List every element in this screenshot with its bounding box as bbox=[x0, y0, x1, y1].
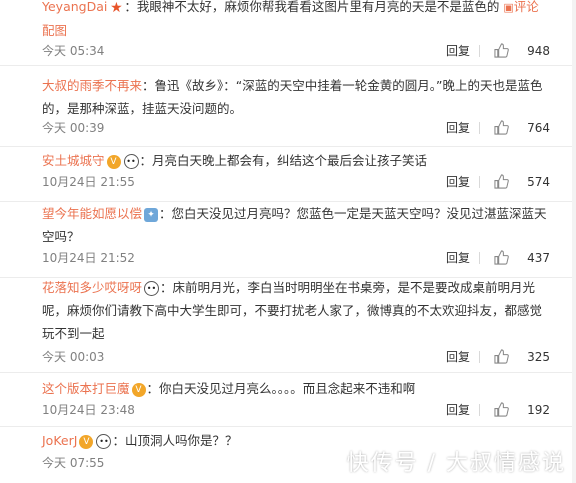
comment-meta: 今天 00:39 回复 764 bbox=[42, 118, 550, 138]
comment-time: 今天 00:03 bbox=[42, 350, 105, 364]
comment-list: YeyangDai ★ ：我眼神不太好，麻烦你帮我看看这图片里有月亮的天是不是蓝色的… bbox=[0, 0, 576, 483]
divider bbox=[479, 351, 480, 363]
divider bbox=[479, 45, 480, 57]
comment-username[interactable]: 安土城城守 bbox=[42, 153, 105, 168]
image-icon: ▣ bbox=[503, 1, 514, 14]
like-count: 437 bbox=[527, 251, 550, 265]
comment-meta: 今天 05:34 回复 948 bbox=[42, 41, 550, 61]
like-count: 764 bbox=[527, 121, 550, 135]
divider bbox=[479, 122, 480, 134]
comment-username[interactable]: 花落知多少哎呀呀 bbox=[42, 280, 142, 295]
comment-time: 今天 00:39 bbox=[42, 121, 105, 135]
comment-item: 这个版本打巨魔 V ：你白天没见过月亮么。。。。而且念起来不违和啊 10月24日 2… bbox=[0, 372, 576, 427]
like-button[interactable]: 437 bbox=[490, 248, 550, 268]
comment-body: 这个版本打巨魔 V ：你白天没见过月亮么。。。。而且念起来不违和啊 bbox=[42, 377, 550, 400]
reply-button[interactable]: 回复 bbox=[446, 347, 470, 367]
comment-item: YeyangDai ★ ：我眼神不太好，麻烦你帮我看看这图片里有月亮的天是不是蓝色的… bbox=[0, 0, 576, 66]
panda-icon: •• bbox=[96, 434, 112, 449]
like-count: 325 bbox=[527, 350, 550, 364]
divider bbox=[479, 404, 480, 416]
comment-time: 10月24日 21:52 bbox=[42, 251, 135, 265]
thumbs-up-icon bbox=[494, 349, 509, 364]
thumbs-up-icon bbox=[494, 174, 509, 189]
comment-body: YeyangDai ★ ：我眼神不太好，麻烦你帮我看看这图片里有月亮的天是不是蓝色的… bbox=[42, 0, 550, 42]
comment-item: 大叔的雨季不再来：鲁迅《故乡》：“深蓝的天空中挂着一轮金黄的圆月。”晚上的天也是… bbox=[0, 65, 576, 147]
comment-username[interactable]: JoKerJ bbox=[42, 433, 77, 448]
comment-body: 大叔的雨季不再来：鲁迅《故乡》：“深蓝的天空中挂着一轮金黄的圆月。”晚上的天也是… bbox=[42, 74, 550, 120]
comment-text: ：你白天没见过月亮么。。。。而且念起来不违和啊 bbox=[146, 381, 416, 396]
watermark: 快传号 / 大叔情感说 bbox=[346, 451, 566, 476]
comment-text: ：月亮白天晚上都会有，纠结这个最后会让孩子笑话 bbox=[139, 153, 428, 168]
comment-time: 今天 05:34 bbox=[42, 44, 105, 58]
like-count: 192 bbox=[527, 403, 550, 417]
comment-username[interactable]: 这个版本打巨魔 bbox=[42, 381, 130, 396]
thumbs-up-icon bbox=[494, 402, 509, 417]
vip-icon: V bbox=[106, 154, 121, 169]
like-button[interactable]: 192 bbox=[490, 400, 550, 420]
scrollbar-track[interactable] bbox=[572, 0, 576, 483]
comment-text: ：山顶洞人吗你是？？ bbox=[112, 433, 238, 448]
like-count: 574 bbox=[527, 175, 550, 189]
comment-body: 安土城城守 V •• ：月亮白天晚上都会有，纠结这个最后会让孩子笑话 bbox=[42, 149, 550, 172]
like-button[interactable]: 948 bbox=[490, 41, 550, 61]
like-button[interactable]: 574 bbox=[490, 172, 550, 192]
star-icon: ★ bbox=[110, 0, 123, 16]
reply-button[interactable]: 回复 bbox=[446, 400, 470, 420]
divider bbox=[479, 252, 480, 264]
comment-time: 10月24日 21:55 bbox=[42, 175, 135, 189]
comment-body: 望今年能如愿以偿 ✦ ：您白天没见过月亮吗？您蓝色一定是天蓝天空吗？没见过湛蓝深蓝天… bbox=[42, 202, 550, 248]
like-count: 948 bbox=[527, 44, 550, 58]
panda-icon: •• bbox=[123, 154, 139, 169]
comment-meta: 10月24日 23:48 回复 192 bbox=[42, 400, 550, 420]
comment-username[interactable]: 大叔的雨季不再来 bbox=[42, 78, 142, 93]
thumbs-up-icon bbox=[494, 250, 509, 265]
like-button[interactable]: 325 bbox=[490, 347, 550, 367]
thumbs-up-icon bbox=[494, 43, 509, 58]
fan-badge-icon: ✦ bbox=[144, 207, 159, 222]
vip-icon: V bbox=[79, 434, 94, 449]
comment-time: 今天 07:55 bbox=[42, 456, 105, 470]
comment-text: ：我眼神不太好，麻烦你帮我看看这图片里有月亮的天是不是蓝色的 bbox=[124, 0, 500, 14]
comment-item: 望今年能如愿以偿 ✦ ：您白天没见过月亮吗？您蓝色一定是天蓝天空吗？没见过湛蓝深蓝天… bbox=[0, 201, 576, 278]
comment-item: 花落知多少哎呀呀 •• ：床前明月光，李白当时明明坐在书桌旁，是不是要改成桌前明月光… bbox=[0, 277, 576, 373]
like-button[interactable]: 764 bbox=[490, 118, 550, 138]
reply-button[interactable]: 回复 bbox=[446, 248, 470, 268]
comment-time: 10月24日 23:48 bbox=[42, 403, 135, 417]
reply-button[interactable]: 回复 bbox=[446, 118, 470, 138]
comment-meta: 今天 00:03 回复 325 bbox=[42, 347, 550, 367]
panda-icon: •• bbox=[144, 281, 160, 296]
thumbs-up-icon bbox=[494, 120, 509, 135]
comment-username[interactable]: 望今年能如愿以偿 bbox=[42, 206, 142, 221]
comment-item: 安土城城守 V •• ：月亮白天晚上都会有，纠结这个最后会让孩子笑话 10月24日 2… bbox=[0, 146, 576, 202]
comment-meta: 10月24日 21:55 回复 574 bbox=[42, 172, 550, 192]
vip-icon: V bbox=[131, 382, 146, 397]
comment-meta: 10月24日 21:52 回复 437 bbox=[42, 248, 550, 268]
divider bbox=[479, 176, 480, 188]
comment-body: 花落知多少哎呀呀 •• ：床前明月光，李白当时明明坐在书桌旁，是不是要改成桌前明月光… bbox=[42, 276, 550, 345]
reply-button[interactable]: 回复 bbox=[446, 41, 470, 61]
reply-button[interactable]: 回复 bbox=[446, 172, 470, 192]
comment-username[interactable]: YeyangDai bbox=[42, 0, 107, 14]
